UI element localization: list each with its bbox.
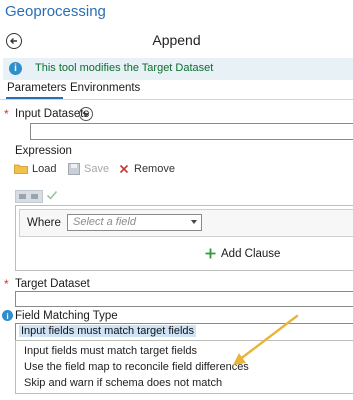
where-label: Where [27, 217, 61, 229]
tool-title: Append [152, 32, 201, 48]
required-marker: * [4, 107, 9, 121]
field-matching-label: Field Matching Type [15, 310, 118, 322]
tab-environments[interactable]: Environments [70, 82, 140, 94]
info-icon: i [9, 62, 22, 75]
field-select-placeholder: Select a field [73, 216, 136, 228]
title-bar: Geoprocessing [0, 0, 353, 26]
remove-button[interactable] [119, 164, 129, 174]
save-icon [68, 163, 80, 175]
chevron-down-icon [82, 112, 90, 117]
info-icon[interactable]: i [2, 310, 13, 321]
tabs-divider [0, 99, 353, 100]
expression-label: Expression [15, 145, 72, 157]
option-must-match[interactable]: Input fields must match target fields [24, 345, 197, 357]
annotation-arrow-icon [233, 314, 299, 365]
load-button[interactable] [14, 163, 28, 174]
verify-button[interactable] [46, 189, 58, 201]
option-field-map[interactable]: Use the field map to reconcile field dif… [24, 361, 249, 373]
sql-toggle-icon [19, 194, 38, 199]
field-select[interactable]: Select a field [67, 214, 202, 231]
dropdown-caret-icon [191, 220, 197, 224]
input-datasets-expand-button[interactable] [79, 107, 93, 121]
required-marker: * [4, 277, 9, 291]
info-message: This tool modifies the Target Dataset [35, 62, 214, 74]
target-dataset-field[interactable] [15, 291, 353, 307]
option-skip-warn[interactable]: Skip and warn if schema does not match [24, 377, 222, 389]
tab-parameters[interactable]: Parameters [7, 82, 66, 94]
check-icon [46, 190, 58, 200]
close-icon [119, 164, 129, 174]
load-label[interactable]: Load [32, 163, 56, 175]
field-matching-selected: Input fields must match target fields [19, 325, 197, 337]
plus-icon [205, 248, 216, 259]
clause-row: Where Select a field [19, 209, 353, 237]
sql-toggle[interactable] [15, 190, 43, 203]
target-dataset-label: Target Dataset [15, 278, 90, 290]
save-label[interactable]: Save [84, 163, 109, 175]
add-clause-button[interactable] [205, 248, 216, 259]
folder-icon [14, 164, 28, 174]
input-datasets-field[interactable] [30, 123, 353, 140]
add-clause-label[interactable]: Add Clause [221, 248, 280, 260]
window-title: Geoprocessing [5, 3, 106, 20]
save-button[interactable] [68, 163, 80, 175]
info-banner: i This tool modifies the Target Dataset [3, 58, 353, 80]
remove-label[interactable]: Remove [134, 163, 175, 175]
